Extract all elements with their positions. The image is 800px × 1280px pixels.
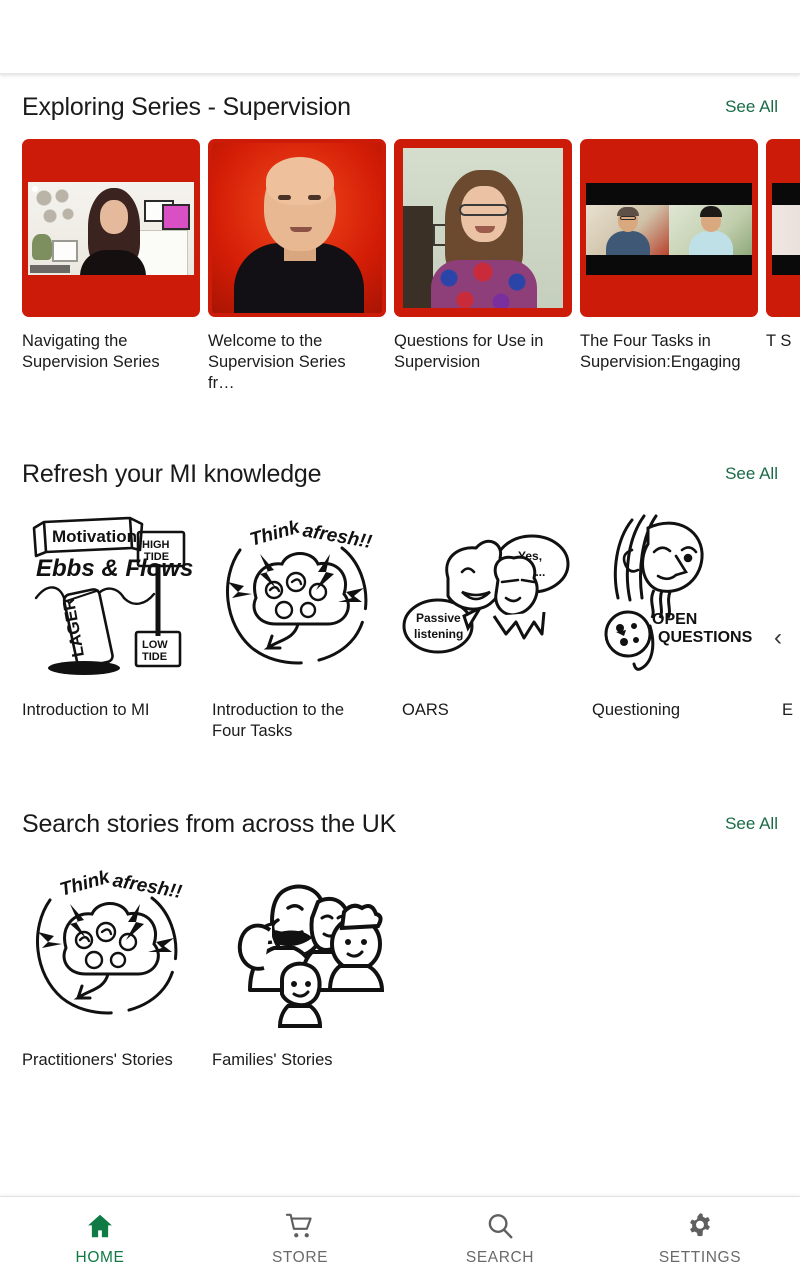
nav-label-settings: SETTINGS: [658, 1248, 742, 1266]
gear-icon: [690, 1212, 710, 1236]
section-search-stories-from-across-the-uk: Search stories from across the UK See Al…: [0, 792, 800, 1071]
card-questions-for-use-in-supervision[interactable]: Questions for Use in Supervision: [394, 139, 580, 394]
thumbnail-think-afresh-brain-illustration[interactable]: Think afresh!!: [212, 506, 388, 682]
section-title: Exploring Series - Supervision: [22, 92, 351, 121]
card-the-four-tasks-in-supervision-engaging[interactable]: The Four Tasks in Supervision:Engaging: [580, 139, 766, 394]
card-families-stories[interactable]: Families' Stories: [212, 856, 402, 1071]
home-icon: [88, 1214, 112, 1237]
thumbnail-woman-glasses-video[interactable]: [394, 139, 572, 317]
card-title: Families' Stories: [212, 1051, 333, 1069]
see-all-link-exploring-series[interactable]: See All: [713, 97, 778, 117]
card-introduction-to-the-four-tasks[interactable]: Think afresh!! Introduction to the Four …: [212, 506, 402, 742]
svg-text:TIDE: TIDE: [142, 651, 167, 663]
thumbnail-open-questions-illustration[interactable]: OPEN QUESTIONS: [592, 506, 768, 682]
svg-text:Think: Think: [248, 516, 304, 551]
card-title: OARS: [402, 701, 449, 719]
thumbnail-motivation-ebbs-and-flows-illustration[interactable]: Motivation HIGH TIDE LOW TIDE Ebbs & Flo…: [22, 506, 198, 682]
card-title: Questions for Use in Supervision: [394, 332, 544, 371]
thumbnail-partial-card[interactable]: [766, 139, 800, 317]
svg-text:Motivation: Motivation: [52, 527, 137, 546]
card-title: The Four Tasks in Supervision:Engaging: [580, 332, 741, 371]
nav-item-search[interactable]: SEARCH: [400, 1197, 600, 1280]
svg-text:Ebbs & Flows: Ebbs & Flows: [36, 555, 193, 582]
svg-text:afresh!!: afresh!!: [301, 520, 373, 553]
card-title: Introduction to MI: [22, 701, 150, 719]
card-title: Practitioners' Stories: [22, 1051, 173, 1069]
section-header: Exploring Series - Supervision See All: [0, 75, 800, 139]
svg-text:OPEN: OPEN: [652, 611, 697, 628]
thumbnail-partial-illustration: [782, 506, 800, 682]
thumbnail-think-afresh-brain-illustration[interactable]: Think afresh!!: [22, 856, 198, 1032]
svg-text:Think: Think: [58, 866, 114, 901]
rail-exploring-series[interactable]: Navigating the Supervision Series Welcom…: [0, 139, 800, 394]
see-all-link-search-stories[interactable]: See All: [713, 814, 778, 834]
section-header: Refresh your MI knowledge See All: [0, 442, 800, 506]
thumbnail-woman-home-office-video[interactable]: [22, 139, 200, 317]
rail-refresh-mi-knowledge[interactable]: ‹ Motivation HIGH TIDE LOW TIDE Ebbs & F…: [0, 506, 800, 742]
nav-label-store: STORE: [271, 1248, 329, 1266]
thumbnail-passive-listening-illustration[interactable]: Yes, mm... Passive listening: [402, 506, 578, 682]
thumbnail-bald-man-portrait[interactable]: [208, 139, 386, 317]
svg-text:afresh!!: afresh!!: [111, 870, 183, 903]
svg-text:HIGH: HIGH: [142, 539, 170, 551]
search-icon: [488, 1213, 513, 1238]
bottom-navigation-bar: HOME STORE SEARCH SETTINGS: [0, 1196, 800, 1280]
card-partial-next[interactable]: T S: [766, 139, 800, 394]
card-introduction-to-mi[interactable]: Motivation HIGH TIDE LOW TIDE Ebbs & Flo…: [22, 506, 212, 742]
svg-text:Passive: Passive: [416, 611, 461, 625]
cart-icon: [285, 1213, 312, 1237]
app-root: Exploring Series - Supervision See All N…: [0, 0, 800, 1280]
card-title: Navigating the Supervision Series: [22, 332, 160, 371]
section-exploring-series-supervision: Exploring Series - Supervision See All N…: [0, 75, 800, 394]
chevron-left-icon[interactable]: ‹: [774, 626, 782, 650]
app-bar: [0, 0, 800, 74]
see-all-link-refresh-mi-knowledge[interactable]: See All: [713, 464, 778, 484]
card-practitioners-stories[interactable]: Think afresh!! Practitioners' Stories: [22, 856, 212, 1071]
nav-item-home[interactable]: HOME: [0, 1197, 200, 1280]
card-welcome-to-the-supervision-series[interactable]: Welcome to the Supervision Series fr…: [208, 139, 394, 394]
section-title: Search stories from across the UK: [22, 809, 397, 838]
card-title: Introduction to the Four Tasks: [212, 701, 345, 740]
card-questioning[interactable]: OPEN QUESTIONS Questioning: [592, 506, 782, 742]
thumbnail-family-faces-illustration[interactable]: [212, 856, 388, 1032]
card-partial-next-illustration[interactable]: E: [782, 506, 800, 742]
nav-label-search: SEARCH: [465, 1248, 535, 1266]
card-oars[interactable]: Yes, mm... Passive listening: [402, 506, 592, 742]
section-title: Refresh your MI knowledge: [22, 459, 322, 488]
card-title: Welcome to the Supervision Series fr…: [208, 332, 346, 392]
card-title: Questioning: [592, 701, 681, 719]
svg-text:LOW: LOW: [142, 639, 168, 651]
card-title: T S: [766, 332, 792, 350]
rail-search-stories[interactable]: Think afresh!! Practitioners' Stories Fa…: [0, 856, 800, 1071]
scroll-content[interactable]: Exploring Series - Supervision See All N…: [0, 75, 800, 1195]
card-title: E: [782, 701, 794, 719]
nav-item-store[interactable]: STORE: [200, 1197, 400, 1280]
nav-item-settings[interactable]: SETTINGS: [600, 1197, 800, 1280]
card-navigating-the-supervision-series[interactable]: Navigating the Supervision Series: [22, 139, 208, 394]
thumbnail-two-men-split-call[interactable]: [580, 139, 758, 317]
section-refresh-your-mi-knowledge: Refresh your MI knowledge See All ‹ Moti…: [0, 442, 800, 742]
svg-text:listening: listening: [414, 627, 463, 641]
section-header: Search stories from across the UK See Al…: [0, 792, 800, 856]
nav-label-home: HOME: [75, 1248, 125, 1266]
svg-text:QUESTIONS: QUESTIONS: [658, 629, 753, 646]
